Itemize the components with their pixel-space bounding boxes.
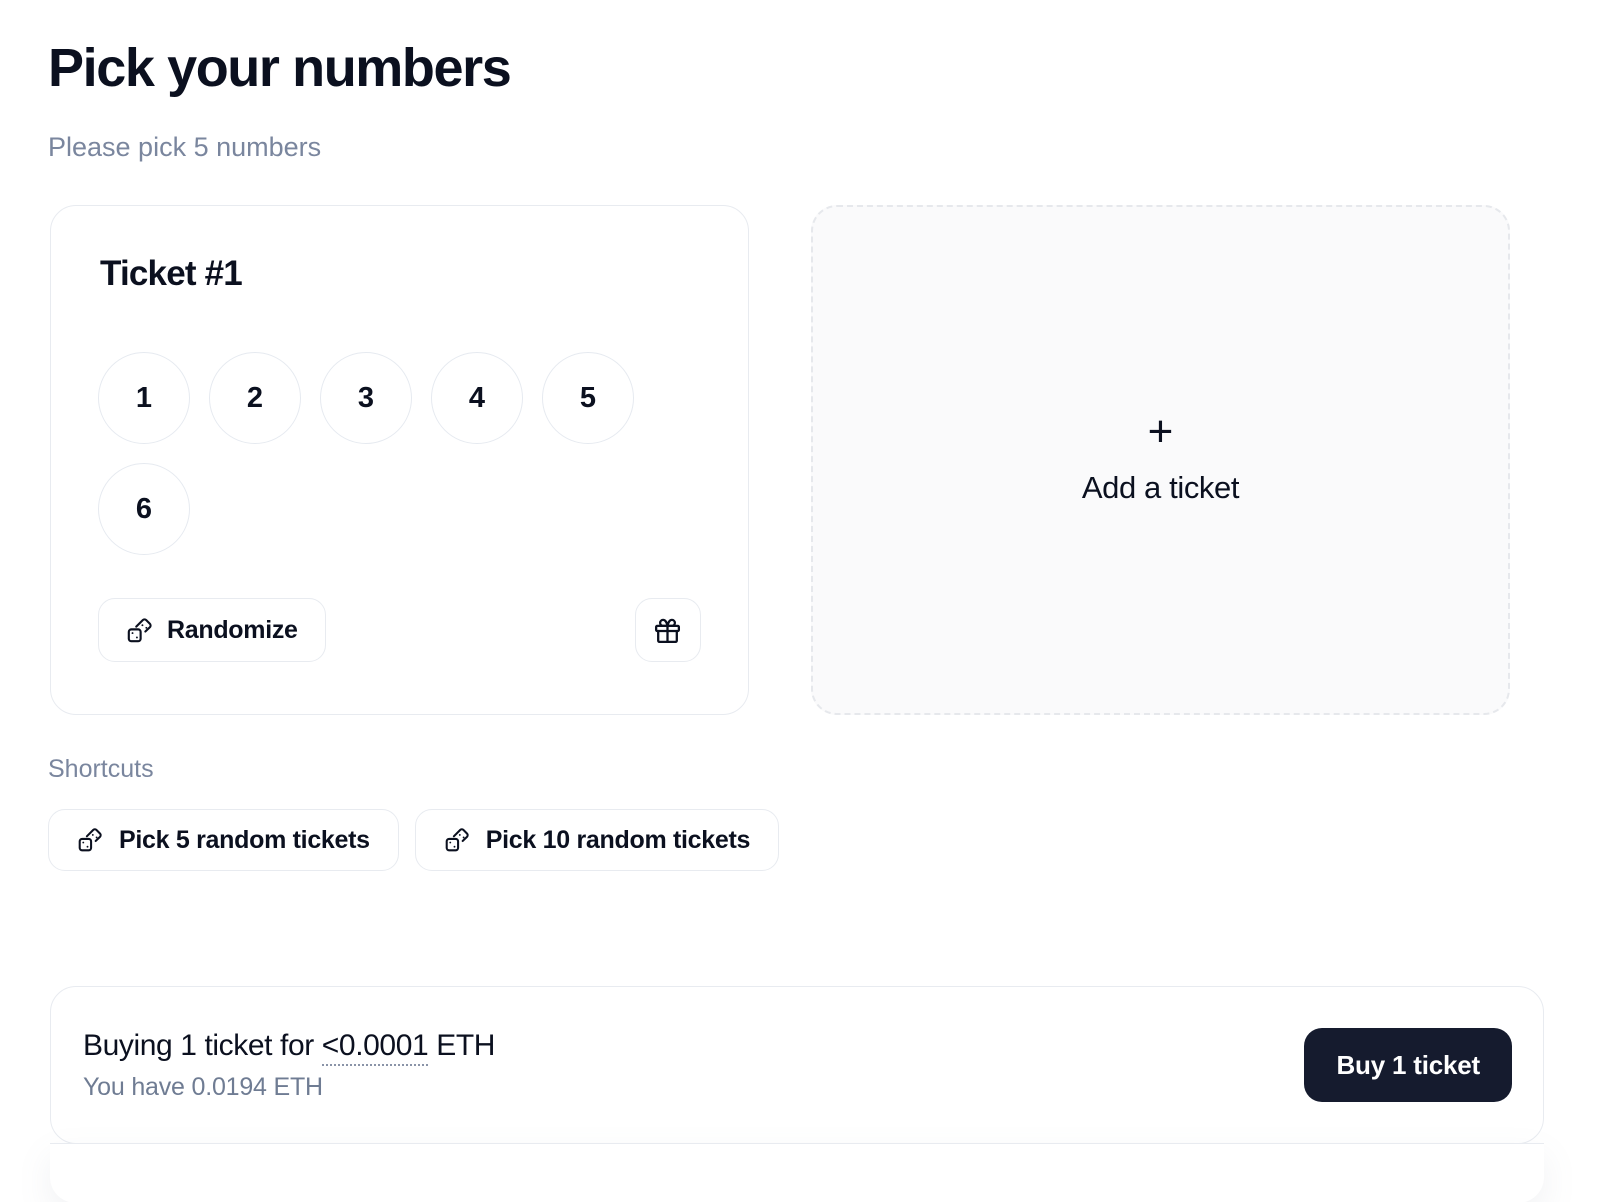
number-ball-2[interactable]: 2 [209, 352, 301, 444]
buy-ticket-button[interactable]: Buy 1 ticket [1304, 1028, 1512, 1102]
ticket-card-1: Ticket #1 1 2 3 4 5 6 Randomize [50, 205, 749, 715]
purchase-summary: Buying 1 ticket for <0.0001 ETH [83, 1027, 496, 1066]
randomize-label: Randomize [167, 615, 298, 644]
purchase-summary-prefix: Buying 1 ticket for [83, 1029, 322, 1062]
add-ticket-button[interactable]: + Add a ticket [810, 205, 1510, 715]
pick-5-random-tickets-button[interactable]: Pick 5 random tickets [48, 809, 399, 871]
gift-button[interactable] [634, 598, 701, 662]
pick-5-random-tickets-label: Pick 5 random tickets [119, 825, 370, 854]
purchase-text: Buying 1 ticket for <0.0001 ETH You have… [83, 1027, 495, 1103]
dices-icon [126, 617, 153, 644]
numbers-grid: 1 2 3 4 5 6 [98, 352, 698, 555]
pick-numbers-page: Pick your numbers Please pick 5 numbers … [0, 0, 1602, 1202]
add-ticket-label: Add a ticket [1081, 470, 1240, 505]
page-title: Pick your numbers [48, 38, 512, 98]
price-tooltip-value[interactable]: <0.0001 [321, 1029, 429, 1066]
bottom-panel-edge [50, 1143, 1544, 1202]
number-ball-6[interactable]: 6 [98, 463, 190, 555]
number-ball-4[interactable]: 4 [431, 352, 523, 444]
purchase-summary-suffix: ETH [428, 1029, 496, 1062]
gift-icon [653, 616, 682, 645]
number-ball-5[interactable]: 5 [542, 352, 634, 444]
ticket-title: Ticket #1 [100, 254, 243, 293]
dices-icon [77, 827, 103, 853]
pick-10-random-tickets-button[interactable]: Pick 10 random tickets [414, 809, 780, 871]
tickets-row: Ticket #1 1 2 3 4 5 6 Randomize + Add a … [50, 205, 1510, 715]
purchase-bar: Buying 1 ticket for <0.0001 ETH You have… [50, 986, 1544, 1144]
shortcuts-label: Shortcuts [48, 755, 154, 783]
shortcuts-row: Pick 5 random tickets Pick 10 random tic… [48, 809, 780, 871]
pick-10-random-tickets-label: Pick 10 random tickets [485, 825, 751, 854]
number-ball-1[interactable]: 1 [98, 352, 190, 444]
dices-icon [444, 827, 470, 853]
plus-icon: + [1147, 407, 1174, 456]
number-ball-3[interactable]: 3 [320, 352, 412, 444]
wallet-balance: You have 0.0194 ETH [83, 1073, 323, 1101]
page-subtitle: Please pick 5 numbers [48, 132, 322, 162]
randomize-button[interactable]: Randomize [98, 598, 326, 662]
ticket-actions: Randomize [98, 598, 701, 662]
